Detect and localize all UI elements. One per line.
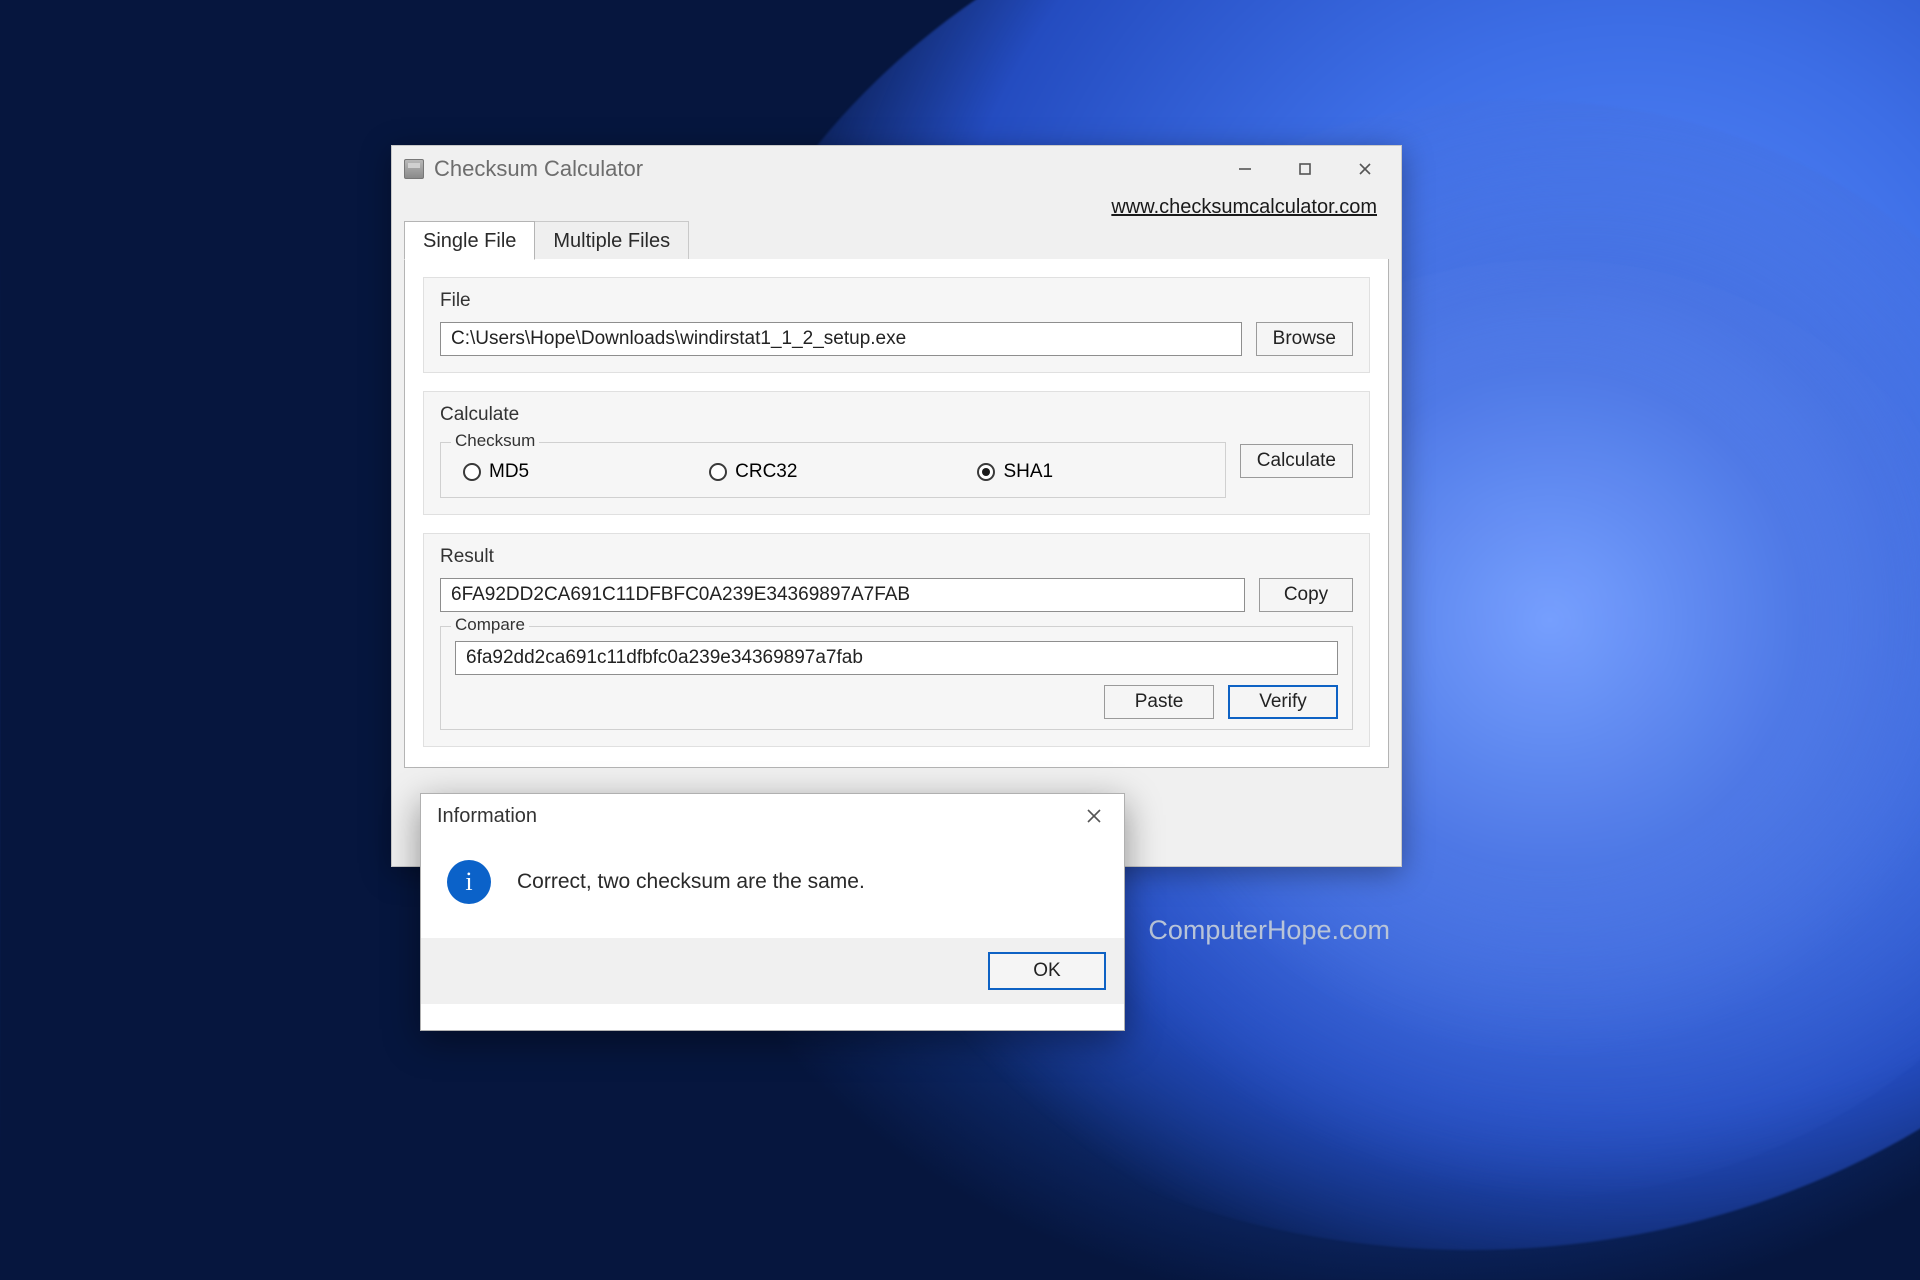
radio-icon	[977, 463, 995, 481]
calculate-group: Calculate Checksum MD5 CRC32	[423, 391, 1370, 515]
result-legend: Result	[440, 546, 1353, 568]
paste-button[interactable]: Paste	[1104, 685, 1214, 719]
close-icon	[1084, 806, 1104, 826]
dialog-ok-button[interactable]: OK	[988, 952, 1106, 990]
file-path-input[interactable]	[440, 322, 1242, 356]
maximize-icon	[1297, 161, 1313, 177]
radio-crc32-label: CRC32	[735, 461, 797, 483]
tab-panel-single-file: File Browse Calculate Checksum MD5	[404, 259, 1389, 768]
dialog-message: Correct, two checksum are the same.	[517, 870, 865, 894]
radio-icon	[463, 463, 481, 481]
tab-single-file[interactable]: Single File	[404, 221, 535, 260]
result-output[interactable]	[440, 578, 1245, 612]
information-dialog: Information i Correct, two checksum are …	[420, 793, 1125, 1031]
attribution-text: ComputerHope.com	[1148, 915, 1390, 946]
radio-icon	[709, 463, 727, 481]
file-group: File Browse	[423, 277, 1370, 373]
close-button[interactable]	[1335, 149, 1395, 189]
checksum-subgroup: Checksum MD5 CRC32 SHA1	[440, 442, 1226, 498]
maximize-button[interactable]	[1275, 149, 1335, 189]
vendor-link[interactable]: www.checksumcalculator.com	[1111, 196, 1377, 218]
radio-crc32[interactable]: CRC32	[709, 461, 797, 483]
dialog-title: Information	[437, 805, 537, 828]
tabs: Single File Multiple Files	[392, 221, 1401, 260]
dialog-titlebar[interactable]: Information	[421, 794, 1124, 838]
checksum-legend: Checksum	[451, 431, 539, 451]
radio-sha1-label: SHA1	[1003, 461, 1053, 483]
radio-md5-label: MD5	[489, 461, 529, 483]
tab-multiple-files[interactable]: Multiple Files	[535, 221, 689, 260]
verify-button[interactable]: Verify	[1228, 685, 1338, 719]
app-icon	[404, 159, 424, 179]
minimize-button[interactable]	[1215, 149, 1275, 189]
compare-legend: Compare	[451, 615, 529, 635]
result-group: Result Copy Compare Paste Verify	[423, 533, 1370, 747]
copy-button[interactable]: Copy	[1259, 578, 1353, 612]
minimize-icon	[1236, 160, 1254, 178]
radio-sha1[interactable]: SHA1	[977, 461, 1053, 483]
compare-subgroup: Compare Paste Verify	[440, 626, 1353, 730]
info-icon: i	[447, 860, 491, 904]
radio-md5[interactable]: MD5	[463, 461, 529, 483]
close-icon	[1356, 160, 1374, 178]
compare-input[interactable]	[455, 641, 1338, 675]
titlebar[interactable]: Checksum Calculator	[392, 146, 1401, 192]
checksum-calculator-window: Checksum Calculator www.checksumcalculat…	[391, 145, 1402, 867]
window-title: Checksum Calculator	[434, 156, 643, 182]
browse-button[interactable]: Browse	[1256, 322, 1353, 356]
dialog-close-button[interactable]	[1074, 798, 1114, 834]
file-legend: File	[440, 290, 1353, 312]
calculate-legend: Calculate	[440, 404, 1353, 426]
calculate-button[interactable]: Calculate	[1240, 444, 1353, 478]
